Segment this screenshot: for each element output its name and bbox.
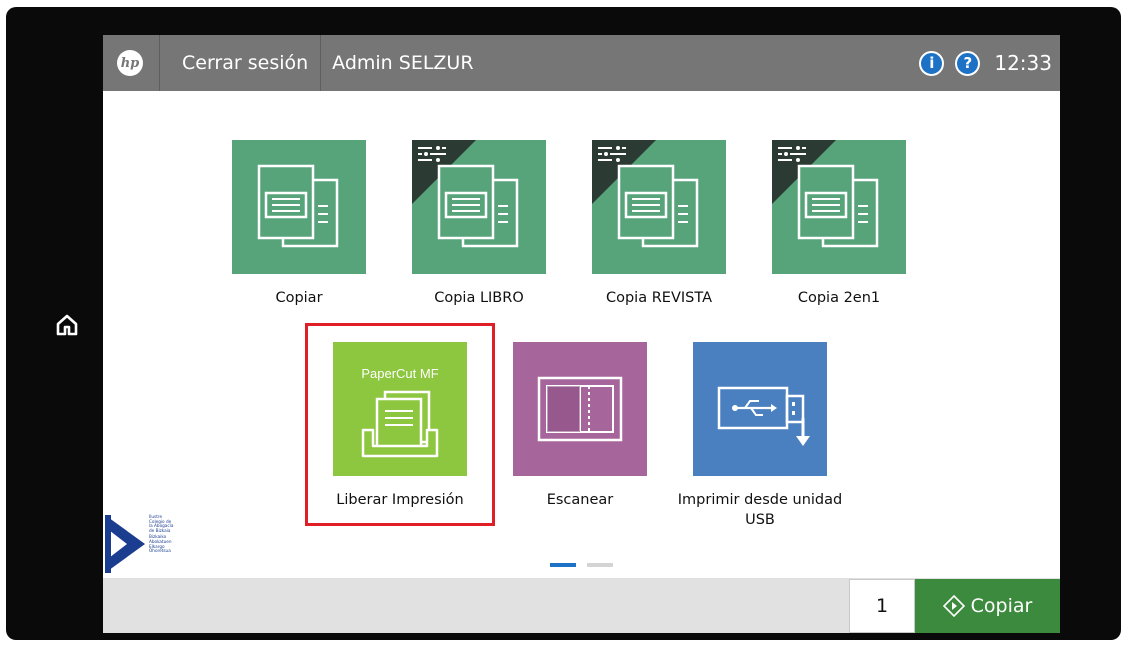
start-copy-label: Copiar	[970, 595, 1033, 617]
start-copy-button[interactable]: Copiar	[915, 579, 1060, 633]
home-icon	[56, 314, 78, 336]
app-tile[interactable]	[772, 140, 906, 274]
app-label: Copia 2en1	[797, 290, 881, 306]
app-label: Copia REVISTA	[605, 290, 712, 306]
copy-preset-icon	[412, 140, 519, 248]
app-copia-2en1[interactable]: Copia 2en1	[749, 140, 929, 308]
app-label-line: USB	[745, 512, 775, 528]
usb-drive-icon	[717, 386, 810, 446]
school-logo-mark	[105, 515, 145, 573]
app-tile[interactable]	[513, 342, 647, 476]
app-label: Liberar Impresión	[336, 492, 464, 508]
app-tile[interactable]: PaperCut MF	[333, 342, 467, 476]
app-tile[interactable]	[232, 140, 366, 274]
app-liberar-impresion[interactable]: PaperCut MF Liberar Impresión	[310, 342, 490, 510]
app-imprimir-usb[interactable]: Imprimir desde unidad USB	[670, 342, 850, 530]
print-release-tray-icon	[361, 390, 439, 458]
help-icon[interactable]: ?	[955, 50, 981, 76]
info-icon[interactable]: i	[919, 50, 945, 76]
home-button[interactable]	[50, 308, 84, 342]
app-label: Copiar	[275, 290, 323, 306]
app-tile[interactable]	[693, 342, 827, 476]
start-icon	[942, 595, 965, 617]
app-escanear[interactable]: Escanear	[490, 342, 670, 510]
app-copia-libro[interactable]: Copia LIBRO	[389, 140, 569, 308]
hp-logo: hp	[117, 50, 143, 76]
app-tile[interactable]	[592, 140, 726, 274]
app-copiar[interactable]: Copiar	[209, 140, 389, 308]
app-tile[interactable]	[412, 140, 546, 274]
top-bar: hp Cerrar sesión Admin SELZUR i ? 12:33	[103, 35, 1060, 91]
school-logo: Ilustre Colegio de la Abogacía de Bizkai…	[105, 513, 205, 577]
clock: 12:33	[994, 51, 1052, 75]
signed-in-user: Admin SELZUR	[332, 52, 474, 74]
copy-preset-icon	[772, 140, 879, 248]
copy-document-icon	[257, 164, 339, 248]
app-label: Escanear	[546, 492, 614, 508]
app-label-line: Imprimir desde unidad	[677, 492, 843, 508]
app-label: Copia LIBRO	[434, 290, 524, 306]
page-indicator-active[interactable]	[550, 563, 576, 567]
copies-count-field[interactable]: 1	[849, 579, 915, 633]
touch-screen: hp Cerrar sesión Admin SELZUR i ? 12:33 …	[103, 35, 1060, 633]
copy-preset-icon	[592, 140, 699, 248]
app-label: Imprimir desde unidad USB	[670, 490, 850, 530]
app-copia-revista[interactable]: Copia REVISTA	[569, 140, 749, 308]
school-logo-text: Ilustre Colegio de la Abogacía de Bizkai…	[149, 514, 174, 554]
logout-button[interactable]: Cerrar sesión	[160, 35, 320, 91]
page-indicator[interactable]	[587, 563, 613, 567]
scan-icon	[537, 376, 623, 442]
